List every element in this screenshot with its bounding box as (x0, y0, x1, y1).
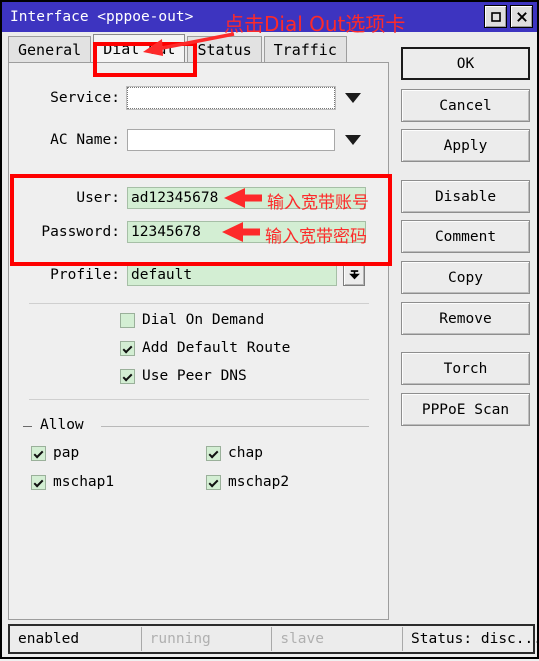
torch-button[interactable]: Torch (401, 352, 530, 385)
close-icon[interactable] (510, 5, 533, 28)
pppoe-scan-button[interactable]: PPPoE Scan (401, 393, 530, 426)
service-input[interactable] (126, 86, 336, 110)
ac-name-input[interactable] (127, 129, 335, 151)
tab-dial-out[interactable]: Dial Out (93, 34, 186, 63)
interface-dialog-window: Interface <pppoe-out> General Dial Out S… (0, 0, 539, 659)
allow-label: pap (53, 445, 80, 461)
allow-pap[interactable]: pap (31, 445, 79, 461)
comment-button[interactable]: Comment (401, 220, 530, 253)
disable-button[interactable]: Disable (401, 180, 530, 213)
tab-traffic[interactable]: Traffic (263, 36, 347, 63)
checkbox-use-peer-dns[interactable] (120, 368, 135, 384)
ac-name-label: AC Name: (50, 132, 120, 148)
window-title: Interface <pppoe-out> (10, 9, 194, 25)
option-label: Dial On Demand (142, 312, 265, 328)
cancel-button[interactable]: Cancel (401, 89, 530, 122)
user-label: User: (76, 190, 120, 206)
tab-bar: General Dial Out Status Traffic (8, 34, 349, 63)
allow-label: chap (228, 445, 263, 461)
checkbox-add-default-route[interactable] (120, 340, 135, 356)
checkbox-mschap1[interactable] (31, 474, 46, 490)
dropdown-arrow-icon (348, 269, 360, 279)
window-controls (484, 5, 533, 28)
profile-dropdown-button[interactable] (343, 264, 365, 286)
option-use-peer-dns[interactable]: Use Peer DNS (120, 368, 247, 384)
status-slave: slave (280, 631, 324, 647)
service-label: Service: (50, 90, 120, 106)
status-message: Status: disc... (411, 631, 539, 647)
tab-general[interactable]: General (8, 36, 92, 63)
service-dropdown-arrow[interactable] (345, 93, 361, 103)
allow-group-line (101, 426, 369, 427)
allow-chap[interactable]: chap (206, 445, 263, 461)
ac-name-dropdown-arrow[interactable] (345, 135, 361, 145)
allow-mschap1[interactable]: mschap1 (31, 474, 114, 490)
option-add-default-route[interactable]: Add Default Route (120, 340, 290, 356)
password-label: Password: (41, 224, 120, 240)
checkbox-dial-on-demand[interactable] (120, 312, 135, 328)
allow-group-title: Allow (35, 417, 89, 433)
ok-button[interactable]: OK (401, 47, 530, 80)
status-running: running (149, 631, 211, 647)
allow-label: mschap2 (228, 474, 290, 490)
checkbox-chap[interactable] (206, 445, 221, 461)
tab-status[interactable]: Status (187, 36, 262, 63)
checkbox-pap[interactable] (31, 445, 46, 461)
checkbox-mschap2[interactable] (206, 474, 221, 490)
remove-button[interactable]: Remove (401, 302, 530, 335)
option-label: Add Default Route (142, 340, 291, 356)
profile-input[interactable]: default (127, 264, 337, 286)
chevron-down-icon (345, 135, 361, 145)
copy-button[interactable]: Copy (401, 261, 530, 294)
annotation-text-user: 输入宽带账号 (267, 193, 369, 213)
allow-mschap2[interactable]: mschap2 (206, 474, 289, 490)
apply-button[interactable]: Apply (401, 129, 530, 162)
status-enabled: enabled (18, 631, 80, 647)
annotation-text-dial-out: 点击Dial Out选项卡 (224, 12, 406, 36)
allow-label: mschap1 (53, 474, 115, 490)
status-bar: enabled running slave Status: disc... (8, 624, 539, 654)
maximize-icon[interactable] (484, 5, 507, 28)
group-collapse-dash[interactable] (23, 426, 32, 427)
option-dial-on-demand[interactable]: Dial On Demand (120, 312, 264, 328)
divider-top (29, 303, 369, 304)
profile-label: Profile: (50, 267, 120, 283)
annotation-text-password: 输入宽带密码 (265, 227, 367, 247)
option-label: Use Peer DNS (142, 368, 247, 384)
divider-bottom (29, 399, 369, 400)
dial-out-panel: Service: AC Name: User: ad12345678 Passw… (8, 62, 389, 620)
chevron-down-icon (345, 93, 361, 103)
